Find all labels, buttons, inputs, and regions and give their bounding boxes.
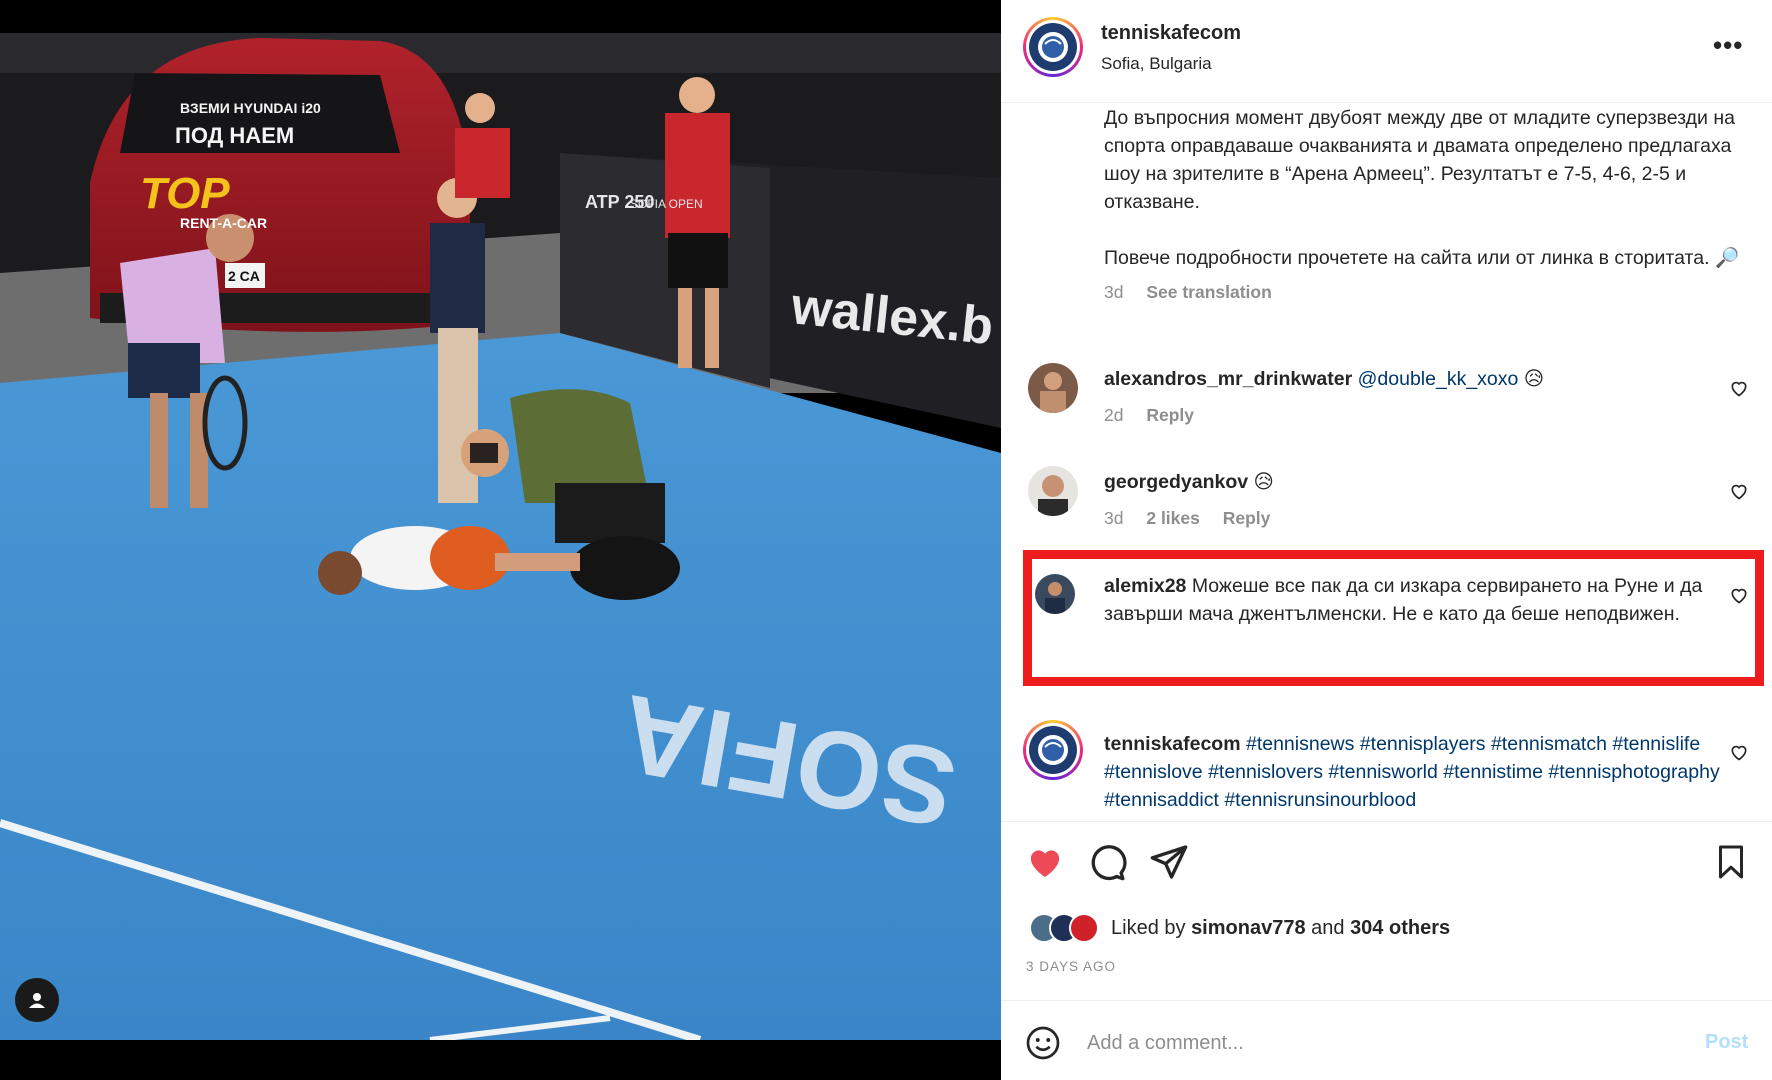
see-translation-button[interactable]: See translation xyxy=(1146,282,1271,302)
sofia-open-logo-text: SOFIA OPEN xyxy=(630,197,703,211)
comment-like-heart-icon[interactable] xyxy=(1729,378,1749,398)
comment-mention[interactable]: @double_kk_xoxo xyxy=(1358,368,1519,390)
comment-avatar[interactable] xyxy=(1035,574,1075,614)
add-comment-bar: Post xyxy=(1001,1000,1772,1080)
comment-username[interactable]: georgedyankov xyxy=(1104,471,1248,493)
caption-text-2: Повече подробности прочетете на сайта ил… xyxy=(1104,247,1740,269)
comment-like-heart-icon[interactable] xyxy=(1729,742,1749,762)
comment-text: 😥 xyxy=(1248,471,1274,493)
car-plate: 2 CA xyxy=(228,268,260,284)
comment-text: 😥 xyxy=(1518,368,1545,390)
tennis-photo-illustration: SOFIA ВЗЕМИ HYUNDAI i20 ПОД НАЕМ TOP REN… xyxy=(0,33,1001,1040)
car-brand-text: TOP xyxy=(140,169,230,218)
post-side-panel: tenniskafecom Sofia, Bulgaria ••• До въп… xyxy=(1001,0,1772,1080)
post-location[interactable]: Sofia, Bulgaria xyxy=(1101,54,1212,74)
user-icon xyxy=(29,993,45,1008)
reply-button[interactable]: Reply xyxy=(1146,405,1194,425)
car-banner-line1: ВЗЕМИ HYUNDAI i20 xyxy=(180,100,321,116)
post-photo[interactable]: SOFIA ВЗЕМИ HYUNDAI i20 ПОД НАЕМ TOP REN… xyxy=(0,33,1001,1040)
liker-username[interactable]: simonav778 xyxy=(1191,917,1306,939)
emoji-icon[interactable] xyxy=(1025,1025,1061,1061)
comment-username[interactable]: alemix28 xyxy=(1104,575,1186,597)
save-bookmark-icon[interactable] xyxy=(1713,842,1749,882)
tennis-logo-icon xyxy=(1038,735,1068,765)
author-avatar[interactable] xyxy=(1023,17,1083,77)
likes-text: Liked by simonav778 and 304 others xyxy=(1111,916,1451,939)
likes-others-link[interactable]: 304 others xyxy=(1350,917,1450,939)
comment-avatar[interactable] xyxy=(1023,720,1083,780)
comment-username[interactable]: alexandros_mr_drinkwater xyxy=(1104,368,1352,390)
post-actions: Liked by simonav778 and 304 others 3 DAY… xyxy=(1001,821,1772,1001)
comment-icon[interactable] xyxy=(1087,842,1127,882)
reply-button[interactable]: Reply xyxy=(1223,508,1271,528)
post-date: 3 DAYS AGO xyxy=(1026,959,1117,974)
comment-like-heart-icon[interactable] xyxy=(1729,585,1749,605)
post-header: tenniskafecom Sofia, Bulgaria ••• xyxy=(1001,0,1772,103)
caption-text: До въпросния момент двубоят между две от… xyxy=(1104,107,1735,213)
comment-input[interactable] xyxy=(1087,1021,1667,1065)
more-options-icon[interactable]: ••• xyxy=(1713,30,1743,61)
comment-age: 3d xyxy=(1104,508,1124,528)
comment-username[interactable]: tenniskafecom xyxy=(1104,733,1241,755)
car-banner-line2: ПОД НАЕМ xyxy=(175,123,294,148)
tennis-logo-icon xyxy=(1038,32,1068,62)
likes-summary: Liked by simonav778 and 304 others xyxy=(1029,910,1450,946)
comment-likes-count[interactable]: 2 likes xyxy=(1146,508,1200,528)
comment-text: Можеше все пак да си изкара сервирането … xyxy=(1104,575,1703,625)
post-comment-button[interactable]: Post xyxy=(1705,1031,1748,1054)
comment-like-heart-icon[interactable] xyxy=(1729,481,1749,501)
share-send-icon[interactable] xyxy=(1149,842,1189,882)
comment-avatar[interactable] xyxy=(1028,466,1078,516)
comment-age: 2d xyxy=(1104,405,1124,425)
car-brand-sub: RENT-A-CAR xyxy=(180,215,267,231)
comment-avatar[interactable] xyxy=(1028,363,1078,413)
liker-avatar[interactable] xyxy=(1069,913,1099,943)
author-username[interactable]: tenniskafecom xyxy=(1101,22,1241,45)
post-media: SOFIA ВЗЕМИ HYUNDAI i20 ПОД НАЕМ TOP REN… xyxy=(0,0,1001,1080)
like-heart-icon[interactable] xyxy=(1025,842,1065,882)
tagged-users-button[interactable] xyxy=(15,978,59,1022)
caption-age: 3d xyxy=(1104,282,1124,302)
post-caption: До въпросния момент двубоят между две от… xyxy=(1104,104,1744,306)
